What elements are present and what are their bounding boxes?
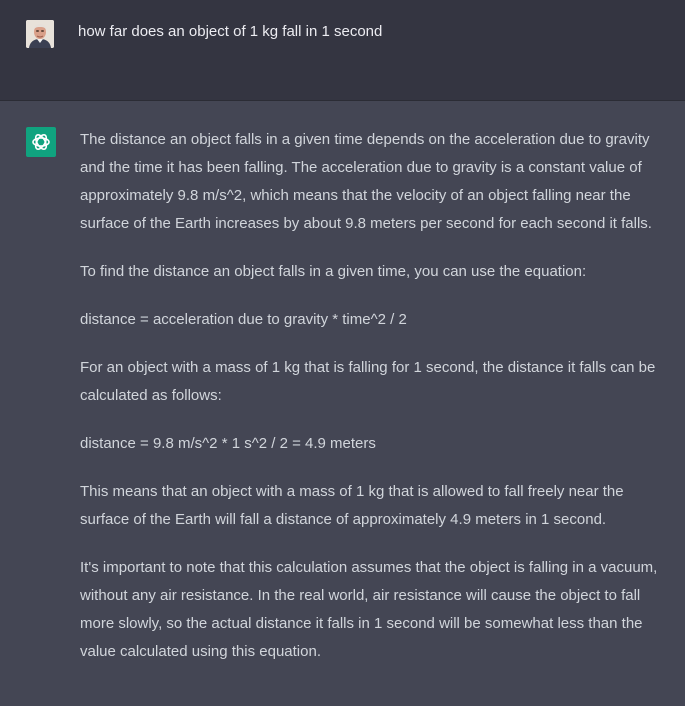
assistant-paragraph: distance = acceleration due to gravity *… bbox=[80, 311, 407, 328]
assistant-paragraph: The distance an object falls in a given … bbox=[80, 131, 652, 232]
user-avatar bbox=[26, 20, 54, 48]
user-photo-icon bbox=[26, 20, 54, 48]
assistant-paragraph: It's important to note that this calcula… bbox=[80, 559, 658, 660]
assistant-paragraph: For an object with a mass of 1 kg that i… bbox=[80, 359, 656, 404]
assistant-message-content: The distance an object falls in a given … bbox=[80, 126, 670, 686]
assistant-message-row: The distance an object falls in a given … bbox=[0, 101, 685, 706]
user-message-row: how far does an object of 1 kg fall in 1… bbox=[0, 0, 685, 101]
assistant-paragraph: This means that an object with a mass of… bbox=[80, 483, 624, 528]
assistant-paragraph: To find the distance an object falls in … bbox=[80, 263, 587, 280]
openai-logo-icon-svg bbox=[32, 133, 50, 151]
user-message-text: how far does an object of 1 kg fall in 1… bbox=[78, 23, 383, 40]
openai-logo-icon bbox=[26, 127, 56, 157]
assistant-paragraph: distance = 9.8 m/s^2 * 1 s^2 / 2 = 4.9 m… bbox=[80, 435, 376, 452]
